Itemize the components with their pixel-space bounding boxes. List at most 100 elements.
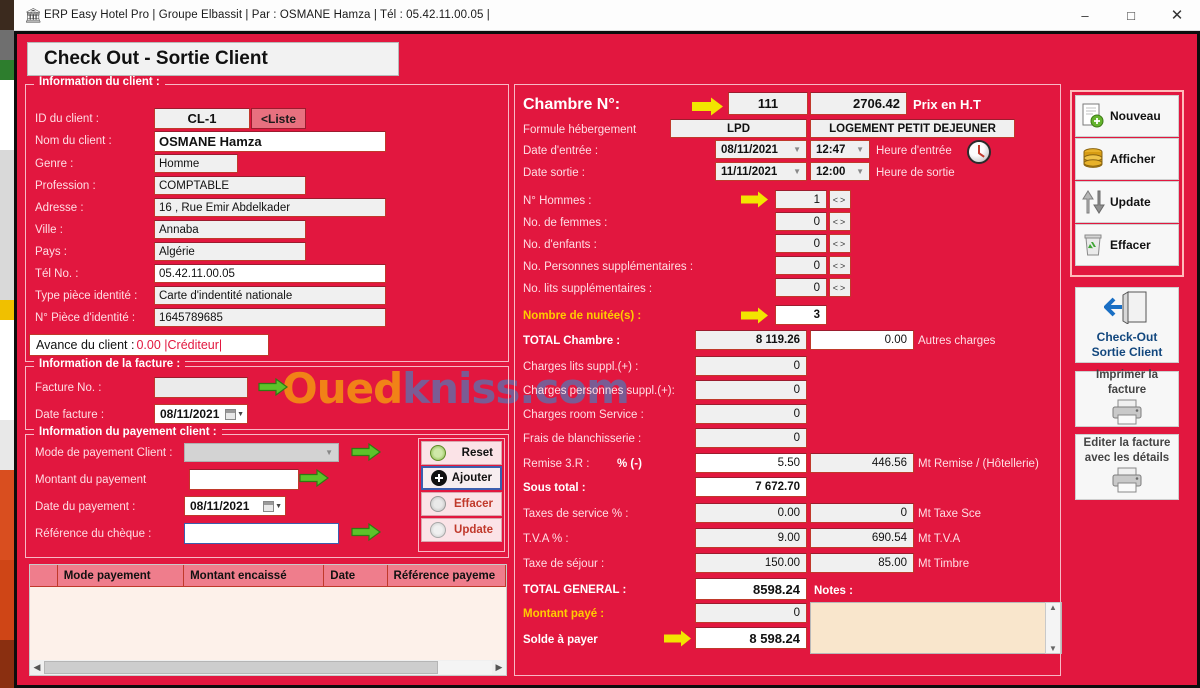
tva-pct-field[interactable]: 9.00 xyxy=(695,528,807,548)
reset-button[interactable]: Reset xyxy=(421,441,502,465)
spinner-personnes-suppl[interactable]: <> xyxy=(829,256,851,275)
ajouter-button[interactable]: Ajouter xyxy=(421,466,502,490)
nb-personnes-suppl-field[interactable]: 0 xyxy=(775,256,827,275)
chevron-down-icon-heure-entree[interactable]: ▼ xyxy=(853,145,867,154)
heure-sortie-select[interactable]: 12:00 ▼ xyxy=(810,162,870,181)
taxe-sejour-field[interactable]: 150.00 xyxy=(695,553,807,573)
update-sidebar-button[interactable]: Update xyxy=(1075,181,1179,223)
close-button[interactable]: ✕ xyxy=(1154,0,1200,31)
tva-montant-field[interactable]: 690.54 xyxy=(810,528,914,548)
yellow-arrow-hommes xyxy=(739,190,769,209)
pays-field[interactable]: Algérie xyxy=(154,242,306,261)
formule-code-field[interactable]: LPD xyxy=(670,119,807,138)
nom-client-field[interactable]: OSMANE Hamza xyxy=(154,131,386,152)
editer-facture-button[interactable]: Editer la facture avec les détails xyxy=(1075,434,1179,500)
id-client-field[interactable]: CL-1 xyxy=(154,108,250,129)
facture-no-field[interactable] xyxy=(154,377,248,398)
label-charges-lits-suppl: Charges lits suppl.(+) : xyxy=(523,361,639,373)
nb-hommes-field[interactable]: 1 xyxy=(775,190,827,209)
montant-payement-field[interactable] xyxy=(189,469,299,490)
date-entree-select[interactable]: 08/11/2021 ▼ xyxy=(715,140,807,159)
total-chambre-field[interactable]: 8 119.26 xyxy=(695,330,807,350)
remise-pct-field[interactable]: 5.50 xyxy=(695,453,807,473)
profession-field[interactable]: COMPTABLE xyxy=(154,176,306,195)
maximize-button[interactable]: □ xyxy=(1108,0,1154,31)
date-payement-picker[interactable]: 08/11/2021 ▼ xyxy=(184,496,286,516)
checkout-button[interactable]: Check-Out Sortie Client xyxy=(1075,287,1179,363)
spinner-femmes[interactable]: <> xyxy=(829,212,851,231)
charges-personnes-suppl-field[interactable]: 0 xyxy=(695,380,807,400)
nb-lits-suppl-field[interactable]: 0 xyxy=(775,278,827,297)
hscroll-thumb[interactable] xyxy=(44,661,439,674)
label-notes: Notes : xyxy=(814,585,853,597)
date-facture-picker[interactable]: 08/11/2021 ▼ xyxy=(154,404,248,424)
ville-field[interactable]: Annaba xyxy=(154,220,306,239)
imprimer-facture-button[interactable]: Imprimer la facture xyxy=(1075,369,1179,427)
notes-vscrollbar[interactable]: ▲ ▼ xyxy=(1045,602,1061,654)
chevron-down-icon-date-sortie[interactable]: ▼ xyxy=(790,167,804,176)
calendar-icon[interactable]: ▼ xyxy=(225,408,247,420)
charges-room-service-field[interactable]: 0 xyxy=(695,404,807,424)
type-piece-field[interactable]: Carte d'indentité nationale xyxy=(154,286,386,305)
nb-femmes-field[interactable]: 0 xyxy=(775,212,827,231)
minimize-button[interactable]: – xyxy=(1062,0,1108,31)
prix-ht-field[interactable]: 2706.42 xyxy=(810,92,907,115)
scroll-up-arrow[interactable]: ▲ xyxy=(1049,603,1057,612)
genre-field[interactable]: Homme xyxy=(154,154,238,173)
taxe-service-montant-field[interactable]: 0 xyxy=(810,503,914,523)
montant-paye-field[interactable]: 0 xyxy=(695,603,807,623)
nb-enfants-field[interactable]: 0 xyxy=(775,234,827,253)
total-general-field[interactable]: 8598.24 xyxy=(695,578,807,600)
telephone-field[interactable]: 05.42.11.00.05 xyxy=(154,264,386,283)
payment-table-hscrollbar[interactable]: ◀ ▶ xyxy=(30,660,506,675)
scroll-left-arrow[interactable]: ◀ xyxy=(30,662,44,673)
timbre-field[interactable]: 85.00 xyxy=(810,553,914,573)
calendar-icon-2[interactable]: ▼ xyxy=(263,500,285,512)
num-piece-field[interactable]: 1645789685 xyxy=(154,308,386,327)
spinner-enfants[interactable]: <> xyxy=(829,234,851,253)
table-col-mode[interactable]: Mode payement xyxy=(58,565,185,586)
chevron-down-icon-heure-sortie[interactable]: ▼ xyxy=(853,167,867,176)
chevron-down-icon[interactable]: ▼ xyxy=(322,448,336,457)
scroll-down-arrow[interactable]: ▼ xyxy=(1049,644,1057,653)
chambre-no-field[interactable]: 111 xyxy=(728,92,808,115)
notes-textarea[interactable] xyxy=(810,602,1062,654)
checkout-button-line2: Sortie Client xyxy=(1091,345,1163,359)
autres-charges-field[interactable]: 0.00 xyxy=(810,330,914,350)
table-col-date[interactable]: Date xyxy=(324,565,388,586)
table-col-montant[interactable]: Montant encaissé xyxy=(184,565,325,586)
nouveau-button[interactable]: Nouveau xyxy=(1075,95,1179,137)
green-arrow-facture-no xyxy=(257,377,289,402)
form-body: Check Out - Sortie Client Ouedkniss.com … xyxy=(17,34,1197,685)
heure-entree-value: 12:47 xyxy=(816,143,846,156)
update-button[interactable]: Update xyxy=(421,518,502,542)
label-mt-tva: Mt T.V.A xyxy=(918,533,961,545)
afficher-button[interactable]: Afficher xyxy=(1075,138,1179,180)
spinner-hommes[interactable]: <> xyxy=(829,190,851,209)
solde-a-payer-field[interactable]: 8 598.24 xyxy=(695,627,807,649)
chevron-down-icon-date-entree[interactable]: ▼ xyxy=(790,145,804,154)
mode-payement-select[interactable]: ▼ xyxy=(184,443,339,462)
effacer-sidebar-button[interactable]: Effacer xyxy=(1075,224,1179,266)
reference-cheque-field[interactable] xyxy=(184,523,339,544)
charges-lits-suppl-field[interactable]: 0 xyxy=(695,356,807,376)
adresse-field[interactable]: 16 , Rue Emir Abdelkader xyxy=(154,198,386,217)
frais-blanchisserie-field[interactable]: 0 xyxy=(695,428,807,448)
label-remise-pct: % (-) xyxy=(617,458,642,470)
liste-button[interactable]: <Liste xyxy=(251,108,306,129)
formule-desc-field[interactable]: LOGEMENT PETIT DEJEUNER xyxy=(810,119,1015,138)
sous-total-field[interactable]: 7 672.70 xyxy=(695,477,807,497)
effacer-button[interactable]: Effacer xyxy=(421,492,502,516)
taxe-service-pct-field[interactable]: 0.00 xyxy=(695,503,807,523)
date-sortie-select[interactable]: 11/11/2021 ▼ xyxy=(715,162,807,181)
scroll-right-arrow[interactable]: ▶ xyxy=(492,662,506,673)
payment-table[interactable]: Mode payement Montant encaissé Date Réfé… xyxy=(29,564,507,676)
nuitees-field[interactable]: 3 xyxy=(775,305,827,325)
hscroll-track[interactable] xyxy=(44,661,492,674)
heure-entree-select[interactable]: 12:47 ▼ xyxy=(810,140,870,159)
heure-sortie-value: 12:00 xyxy=(816,165,846,178)
remise-montant-field[interactable]: 446.56 xyxy=(810,453,914,473)
spinner-lits-suppl[interactable]: <> xyxy=(829,278,851,297)
label-total-general: TOTAL GENERAL : xyxy=(523,584,627,596)
table-col-reference[interactable]: Référence payeme xyxy=(388,565,506,586)
